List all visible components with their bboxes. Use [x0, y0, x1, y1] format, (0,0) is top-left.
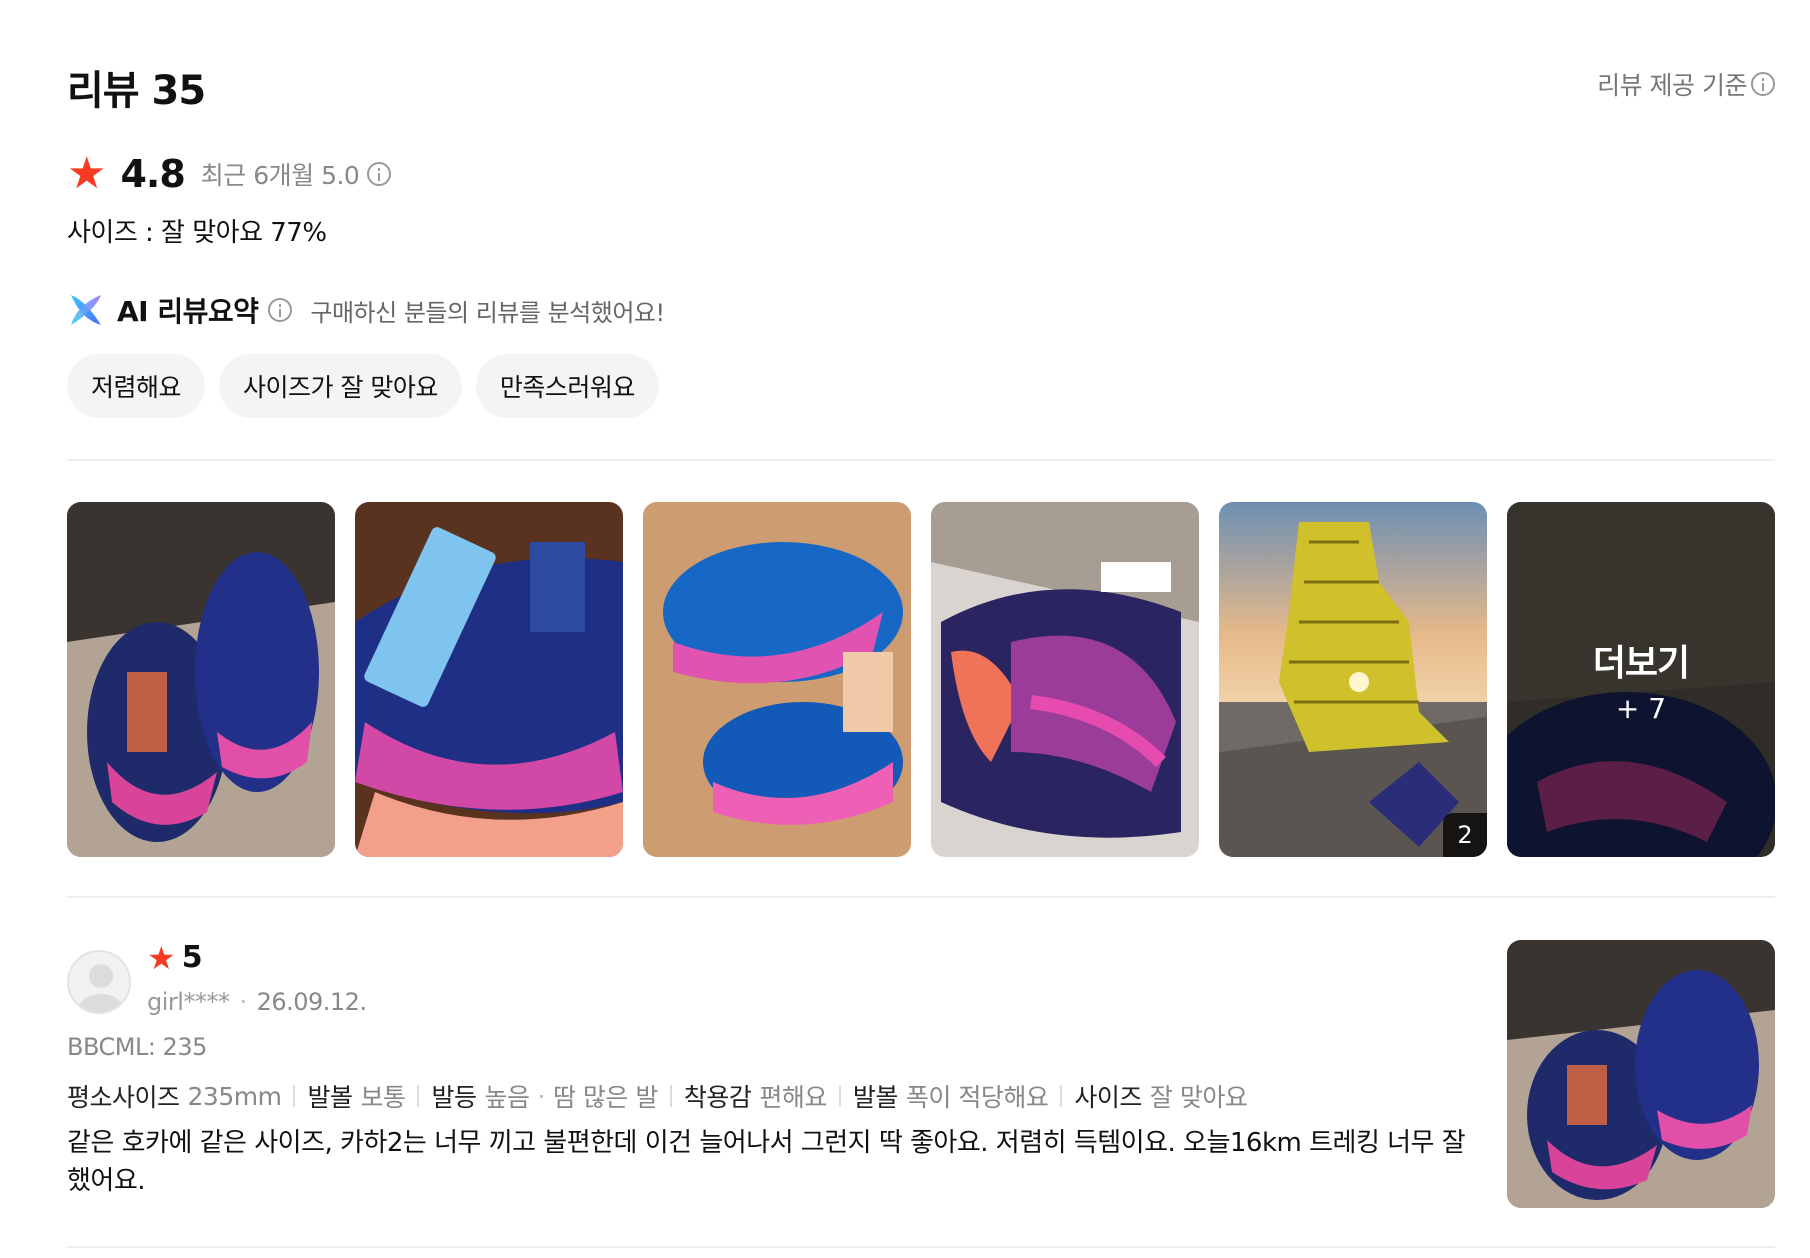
review-score: 5: [181, 940, 203, 975]
review-photo[interactable]: [355, 502, 623, 857]
review-photo[interactable]: 2: [1219, 502, 1487, 857]
review-header: 리뷰 35 리뷰 제공 기준: [67, 58, 1775, 114]
review-photo[interactable]: [67, 502, 335, 857]
attr-value: 땀 많은 발: [552, 1083, 658, 1112]
separator-dot: ·: [537, 1081, 546, 1111]
attr-value: 폭이 적당해요: [905, 1083, 1049, 1112]
star-icon: ★: [67, 148, 107, 199]
separator: [1060, 1085, 1063, 1107]
keyword-chip[interactable]: 만족스러워요: [475, 354, 659, 418]
review-rating: ★ 5: [147, 940, 203, 975]
attr-key: 사이즈: [1074, 1083, 1142, 1112]
divider: [67, 896, 1775, 898]
attr-key: 평소사이즈: [67, 1083, 180, 1112]
info-icon[interactable]: [1751, 72, 1775, 96]
review-criteria-label: 리뷰 제공 기준: [1597, 71, 1747, 100]
attr-key: 발볼: [852, 1083, 899, 1112]
keyword-chip[interactable]: 사이즈가 잘 맞아요: [219, 354, 462, 418]
separator: [669, 1085, 672, 1107]
review-count-title: 리뷰 35: [67, 68, 206, 114]
info-icon[interactable]: [268, 298, 293, 322]
more-photos-count: + 7: [1615, 692, 1667, 725]
avatar: [67, 950, 131, 1014]
star-icon: ★: [147, 938, 176, 977]
review-attributes: 평소사이즈 235mm 발볼 보통 발등 높음 · 땀 많은 발 착용감 편해요…: [67, 1078, 1248, 1114]
attr-value: 보통: [360, 1083, 406, 1112]
more-photos-overlay: 더보기 + 7: [1507, 502, 1775, 857]
ai-summary-header: AI 리뷰요약 구매하신 분들의 리뷰를 분석했어요!: [67, 290, 665, 330]
ai-summary-description: 구매하신 분들의 리뷰를 분석했어요!: [310, 298, 665, 327]
attr-value: 잘 맞아요: [1149, 1083, 1248, 1112]
ai-summary-title: AI 리뷰요약: [117, 295, 259, 328]
ai-keyword-chips: 저렴해요 사이즈가 잘 맞아요 만족스러워요: [67, 354, 659, 418]
user-icon: [77, 964, 125, 1012]
divider: [67, 1246, 1775, 1248]
review-photo[interactable]: [643, 502, 911, 857]
review-item: ★ 5 girl**** · 26.09.12. BBCML: 235 평소사이…: [67, 940, 1775, 1240]
review-date: 26.09.12.: [256, 988, 368, 1016]
attr-key: 발볼: [307, 1083, 353, 1112]
keyword-chip[interactable]: 저렴해요: [67, 354, 206, 418]
info-icon[interactable]: [367, 162, 392, 186]
attr-key: 착용감: [683, 1083, 752, 1112]
separator-dot: ·: [239, 988, 247, 1016]
photo-count-badge: 2: [1443, 813, 1487, 857]
review-criteria-link[interactable]: 리뷰 제공 기준: [1597, 66, 1775, 102]
recent-rating: 최근 6개월 5.0: [200, 161, 360, 190]
review-photo[interactable]: [1507, 940, 1775, 1208]
more-photos-label: 더보기: [1592, 643, 1690, 684]
ai-logo-icon: [71, 295, 101, 325]
review-photo-gallery: 2 더보기 + 7: [67, 502, 1775, 857]
review-author: girl****: [147, 988, 230, 1016]
attr-value: 235mm: [187, 1081, 282, 1111]
review-meta: girl**** · 26.09.12.: [147, 988, 367, 1016]
divider: [67, 459, 1775, 461]
separator: [293, 1085, 296, 1107]
attr-value: 높음: [484, 1083, 531, 1112]
review-text: 같은 호카에 같은 사이즈, 카하2는 너무 끼고 불편한데 이건 늘어나서 그…: [67, 1128, 1466, 1196]
separator: [838, 1085, 841, 1107]
purchased-option: BBCML: 235: [67, 1033, 207, 1061]
separator: [417, 1085, 420, 1107]
attr-value: 편해요: [759, 1083, 827, 1112]
attr-key: 발등: [431, 1083, 477, 1112]
more-photos-button[interactable]: 더보기 + 7: [1507, 502, 1775, 857]
review-photo[interactable]: [931, 502, 1199, 857]
size-fit-summary: 사이즈 : 잘 맞아요 77%: [67, 218, 327, 248]
rating-summary: ★ 4.8 최근 6개월 5.0: [67, 148, 392, 199]
average-rating: 4.8: [120, 152, 185, 196]
